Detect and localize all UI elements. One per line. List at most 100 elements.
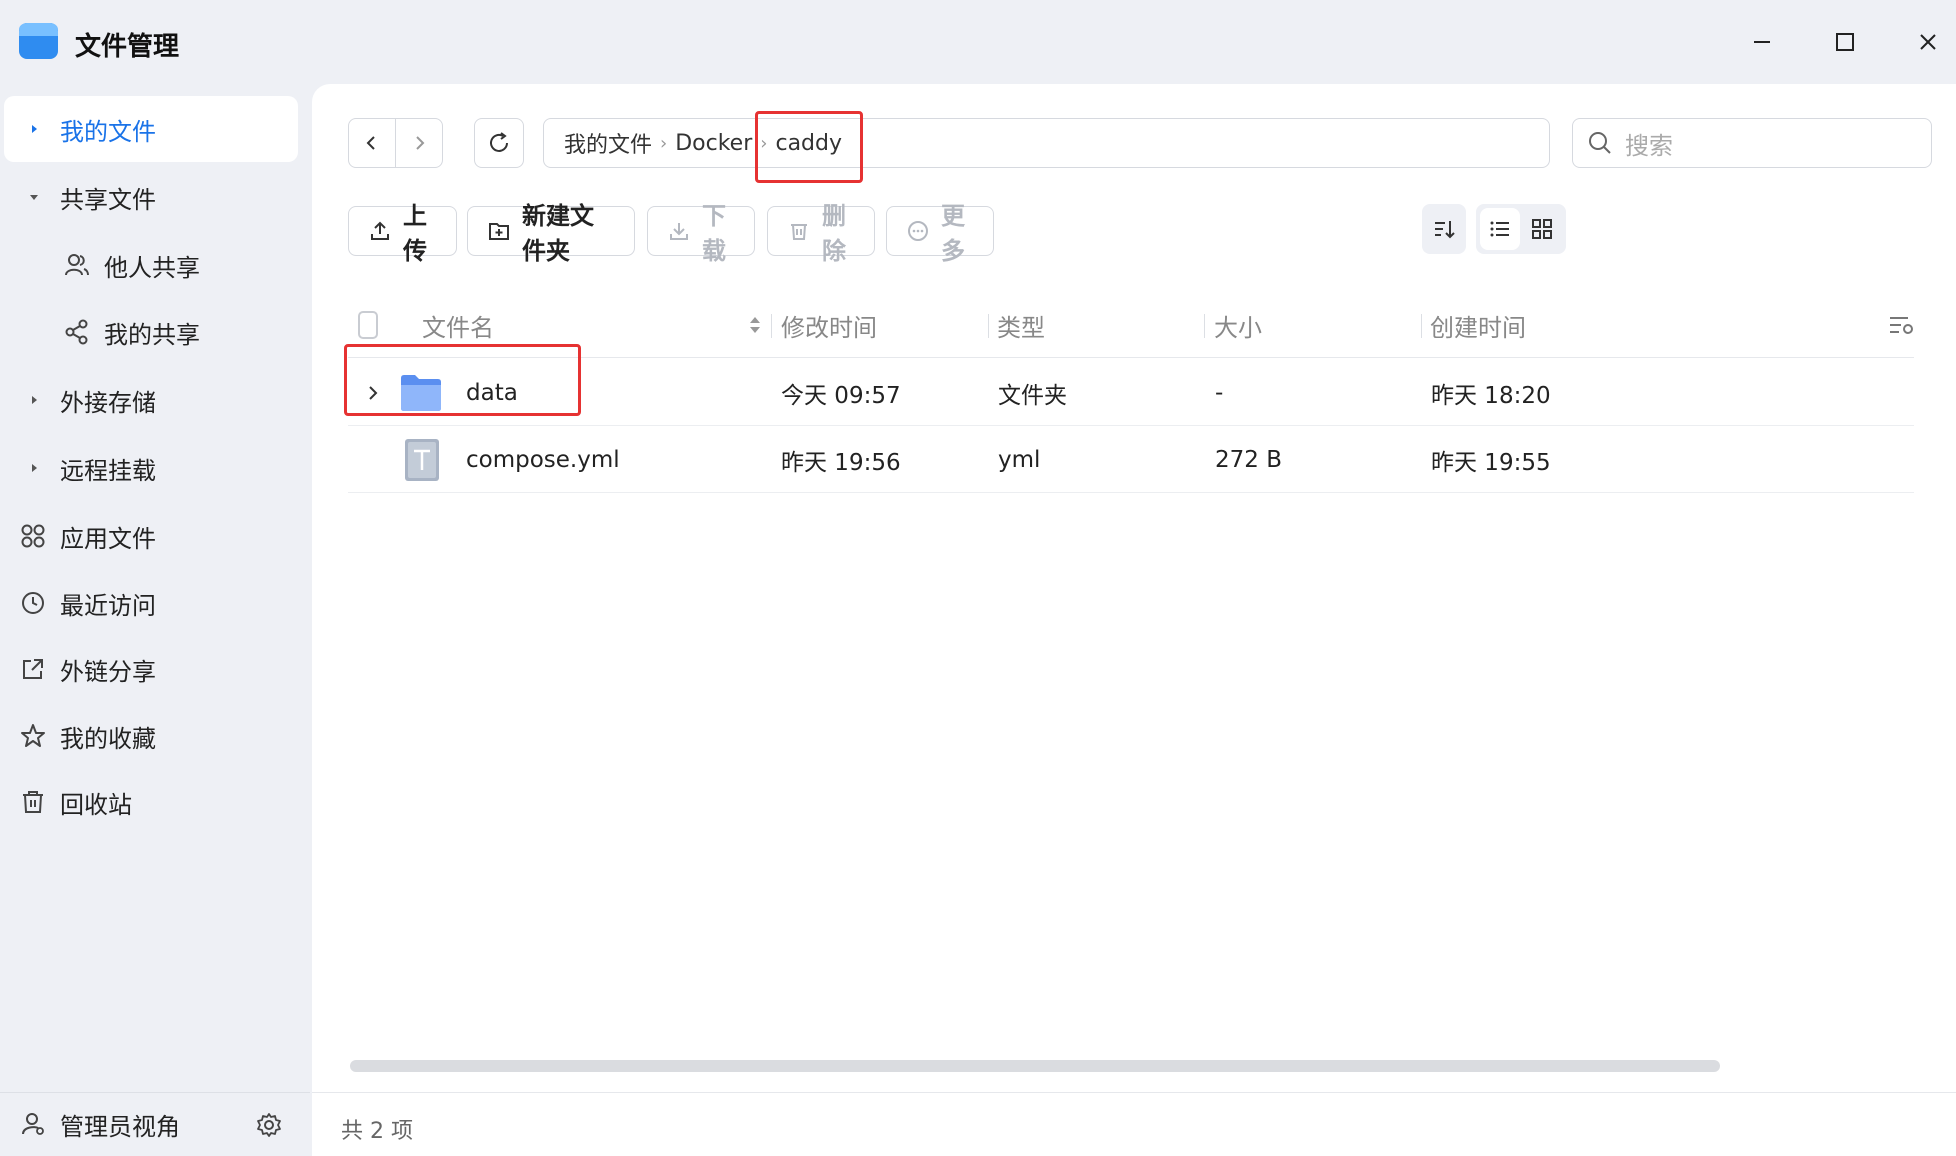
sidebar-item-recent[interactable]: 最近访问 bbox=[4, 570, 298, 636]
column-divider[interactable] bbox=[771, 314, 772, 338]
file-name[interactable]: data bbox=[466, 360, 518, 426]
external-link-icon bbox=[18, 654, 48, 684]
column-settings-icon[interactable] bbox=[1888, 292, 1916, 358]
column-divider[interactable] bbox=[1204, 314, 1205, 338]
sidebar-item-label: 外接存储 bbox=[60, 388, 156, 417]
folder-icon bbox=[400, 360, 442, 426]
sidebar-item-shared-files[interactable]: 共享文件 bbox=[4, 164, 298, 230]
sidebar-item-label: 我的文件 bbox=[60, 117, 156, 146]
trash-icon bbox=[18, 787, 48, 817]
breadcrumb-item[interactable]: Docker bbox=[675, 131, 752, 156]
minimize-button[interactable] bbox=[1740, 20, 1784, 64]
admin-view-bar: 管理员视角 bbox=[0, 1092, 310, 1156]
breadcrumb-item[interactable]: 我的文件 bbox=[564, 127, 652, 159]
star-icon bbox=[18, 721, 48, 751]
clock-icon bbox=[18, 588, 48, 618]
download-button[interactable]: 下载 bbox=[647, 202, 755, 265]
sidebar-item-recycle-bin[interactable]: 回收站 bbox=[4, 769, 298, 835]
column-header-name[interactable]: 文件名 bbox=[422, 292, 494, 358]
expand-chevron-icon[interactable] bbox=[366, 360, 380, 426]
new-folder-label: 新建文件夹 bbox=[522, 202, 594, 265]
close-button[interactable] bbox=[1906, 20, 1950, 64]
file-created: 昨天 18:20 bbox=[1431, 383, 1551, 409]
user-admin-icon bbox=[18, 1109, 48, 1139]
sidebar-item-my-shares[interactable]: 我的共享 bbox=[4, 299, 298, 365]
column-divider[interactable] bbox=[1421, 314, 1422, 338]
file-modified: 今天 09:57 bbox=[781, 383, 901, 409]
sidebar-item-label: 我的收藏 bbox=[60, 724, 156, 753]
sidebar-item-label: 最近访问 bbox=[60, 591, 156, 620]
new-folder-button[interactable]: 新建文件夹 bbox=[467, 202, 635, 265]
file-size: 272 B bbox=[1215, 447, 1282, 473]
sidebar-item-shared-with-me[interactable]: 他人共享 bbox=[4, 232, 298, 298]
refresh-button[interactable] bbox=[474, 118, 524, 168]
view-toggle bbox=[1476, 204, 1566, 254]
column-header-type[interactable]: 类型 bbox=[997, 292, 1045, 358]
column-divider[interactable] bbox=[988, 314, 989, 338]
file-size: - bbox=[1215, 380, 1224, 406]
caret-right-icon bbox=[26, 460, 42, 476]
table-row[interactable]: data 今天 09:57 文件夹 - 昨天 18:20 bbox=[348, 360, 1914, 426]
upload-button[interactable]: 上传 bbox=[348, 202, 457, 265]
file-modified: 昨天 19:56 bbox=[781, 450, 901, 476]
window-title: 文件管理 bbox=[75, 32, 180, 62]
caret-right-icon bbox=[26, 121, 42, 137]
sidebar-item-external-storage[interactable]: 外接存储 bbox=[4, 367, 298, 433]
settings-gear-icon[interactable] bbox=[253, 1109, 285, 1141]
upload-icon bbox=[369, 219, 391, 243]
grid-view-button[interactable] bbox=[1522, 208, 1562, 250]
apps-grid-icon bbox=[18, 521, 48, 551]
upload-label: 上传 bbox=[403, 202, 427, 265]
delete-button[interactable]: 删除 bbox=[767, 202, 875, 265]
text-file-icon bbox=[404, 427, 440, 493]
column-header-size[interactable]: 大小 bbox=[1214, 292, 1262, 358]
back-button[interactable] bbox=[348, 118, 396, 168]
sidebar-item-label: 远程挂载 bbox=[60, 456, 156, 485]
more-button[interactable]: 更多 bbox=[886, 202, 994, 265]
more-label: 更多 bbox=[941, 202, 965, 265]
select-all-checkbox[interactable] bbox=[348, 292, 378, 358]
search-input[interactable]: 搜索 bbox=[1572, 118, 1932, 168]
main-panel: 我的文件 › Docker › caddy 搜索 上传 新建文件夹 下载 删除 bbox=[312, 84, 1956, 1156]
column-header-created[interactable]: 创建时间 bbox=[1430, 292, 1526, 358]
chevron-right-icon: › bbox=[660, 132, 668, 154]
sidebar-item-my-files[interactable]: 我的文件 bbox=[4, 96, 298, 162]
breadcrumb-item-current[interactable]: caddy bbox=[775, 131, 842, 156]
share-icon bbox=[62, 317, 92, 347]
sidebar: 我的文件 共享文件 他人共享 我的共享 外接存储 远程挂载 应用文件 最近访问 … bbox=[0, 84, 310, 1156]
caret-down-icon bbox=[26, 189, 42, 205]
more-dots-icon bbox=[907, 219, 929, 243]
file-name[interactable]: compose.yml bbox=[466, 427, 620, 493]
admin-view-button[interactable]: 管理员视角 bbox=[4, 1092, 240, 1156]
breadcrumb[interactable]: 我的文件 › Docker › caddy bbox=[543, 118, 1550, 168]
search-placeholder: 搜索 bbox=[1625, 131, 1673, 160]
item-count: 共 2 项 bbox=[341, 1119, 413, 1144]
table-row[interactable]: compose.yml 昨天 19:56 yml 272 B 昨天 19:55 bbox=[348, 427, 1914, 493]
download-icon bbox=[668, 219, 690, 243]
sidebar-item-label: 回收站 bbox=[60, 790, 132, 819]
maximize-button[interactable] bbox=[1823, 20, 1867, 64]
list-view-button[interactable] bbox=[1480, 208, 1520, 250]
sort-button[interactable] bbox=[1422, 204, 1466, 254]
sidebar-item-remote-mount[interactable]: 远程挂载 bbox=[4, 435, 298, 501]
sidebar-item-label: 他人共享 bbox=[104, 253, 200, 282]
sidebar-item-app-files[interactable]: 应用文件 bbox=[4, 503, 298, 569]
caret-right-icon bbox=[26, 392, 42, 408]
trash-icon bbox=[788, 219, 810, 243]
sidebar-item-favorites[interactable]: 我的收藏 bbox=[4, 703, 298, 769]
file-type: yml bbox=[998, 447, 1041, 473]
sidebar-item-label: 我的共享 bbox=[104, 320, 200, 349]
sidebar-item-external-links[interactable]: 外链分享 bbox=[4, 636, 298, 702]
forward-button[interactable] bbox=[395, 118, 443, 168]
horizontal-scrollbar[interactable] bbox=[350, 1060, 1720, 1072]
new-folder-icon bbox=[488, 219, 510, 243]
sort-arrows-icon[interactable] bbox=[748, 292, 762, 358]
download-label: 下载 bbox=[702, 202, 726, 265]
sidebar-item-label: 应用文件 bbox=[60, 524, 156, 553]
table-header: 文件名 修改时间 类型 大小 创建时间 bbox=[348, 292, 1914, 358]
admin-view-label: 管理员视角 bbox=[60, 1112, 180, 1141]
column-header-modified[interactable]: 修改时间 bbox=[781, 292, 877, 358]
file-type: 文件夹 bbox=[998, 383, 1067, 409]
chevron-right-icon: › bbox=[760, 132, 768, 154]
title-bar: 文件管理 bbox=[0, 0, 1956, 84]
